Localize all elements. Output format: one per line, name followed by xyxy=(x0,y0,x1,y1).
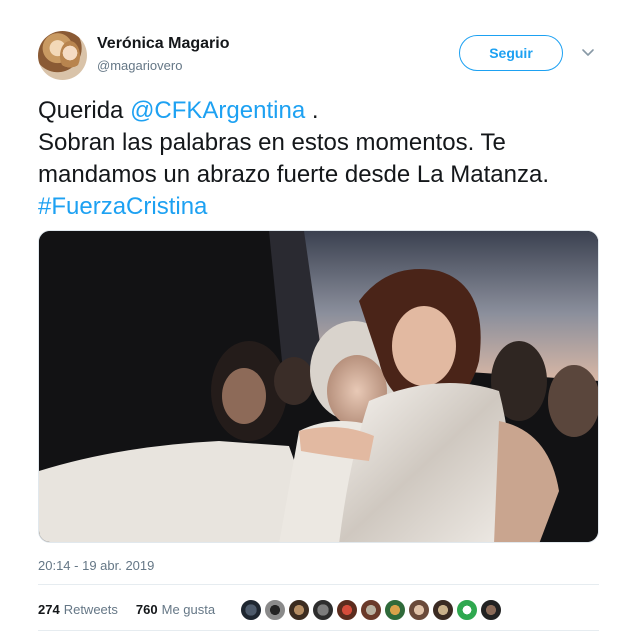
liker-avatar[interactable] xyxy=(360,599,382,621)
likers-avatars xyxy=(240,599,502,621)
hashtag-link[interactable]: #FuerzaCristina xyxy=(38,193,207,220)
author-handle[interactable]: @magariovero xyxy=(97,58,182,73)
author-avatar[interactable] xyxy=(38,31,87,80)
likes-label: Me gusta xyxy=(161,602,216,617)
tweet-text-prefix: Querida xyxy=(38,97,131,124)
mention-link[interactable]: @CFKArgentina xyxy=(130,97,305,124)
retweets-stat[interactable]: 274 Retweets xyxy=(38,602,118,617)
liker-avatar[interactable] xyxy=(456,599,478,621)
liker-avatar[interactable] xyxy=(312,599,334,621)
follow-button[interactable]: Seguir xyxy=(459,35,563,71)
likes-stat[interactable]: 760 Me gusta xyxy=(136,602,215,617)
retweets-count: 274 xyxy=(38,602,60,617)
liker-avatar[interactable] xyxy=(384,599,406,621)
tweet-text: Querida @CFKArgentina . Sobran las palab… xyxy=(38,95,598,223)
liker-avatar[interactable] xyxy=(432,599,454,621)
likes-count: 760 xyxy=(135,602,158,617)
liker-avatar[interactable] xyxy=(288,599,310,621)
tweet-timestamp[interactable]: 20:14 - 19 abr. 2019 xyxy=(38,558,154,573)
divider xyxy=(38,584,599,585)
liker-avatar[interactable] xyxy=(264,599,286,621)
author-display-name[interactable]: Verónica Magario xyxy=(97,35,230,53)
tweet-photo[interactable] xyxy=(38,230,599,543)
divider xyxy=(38,630,599,631)
liker-avatar[interactable] xyxy=(240,599,262,621)
liker-avatar[interactable] xyxy=(408,599,430,621)
tweet-stats: 274 Retweets 760 Me gusta xyxy=(38,602,229,617)
retweets-label: Retweets xyxy=(63,602,118,617)
liker-avatar[interactable] xyxy=(480,599,502,621)
chevron-down-icon[interactable] xyxy=(581,45,595,59)
liker-avatar[interactable] xyxy=(336,599,358,621)
photo-illustration xyxy=(39,231,598,542)
